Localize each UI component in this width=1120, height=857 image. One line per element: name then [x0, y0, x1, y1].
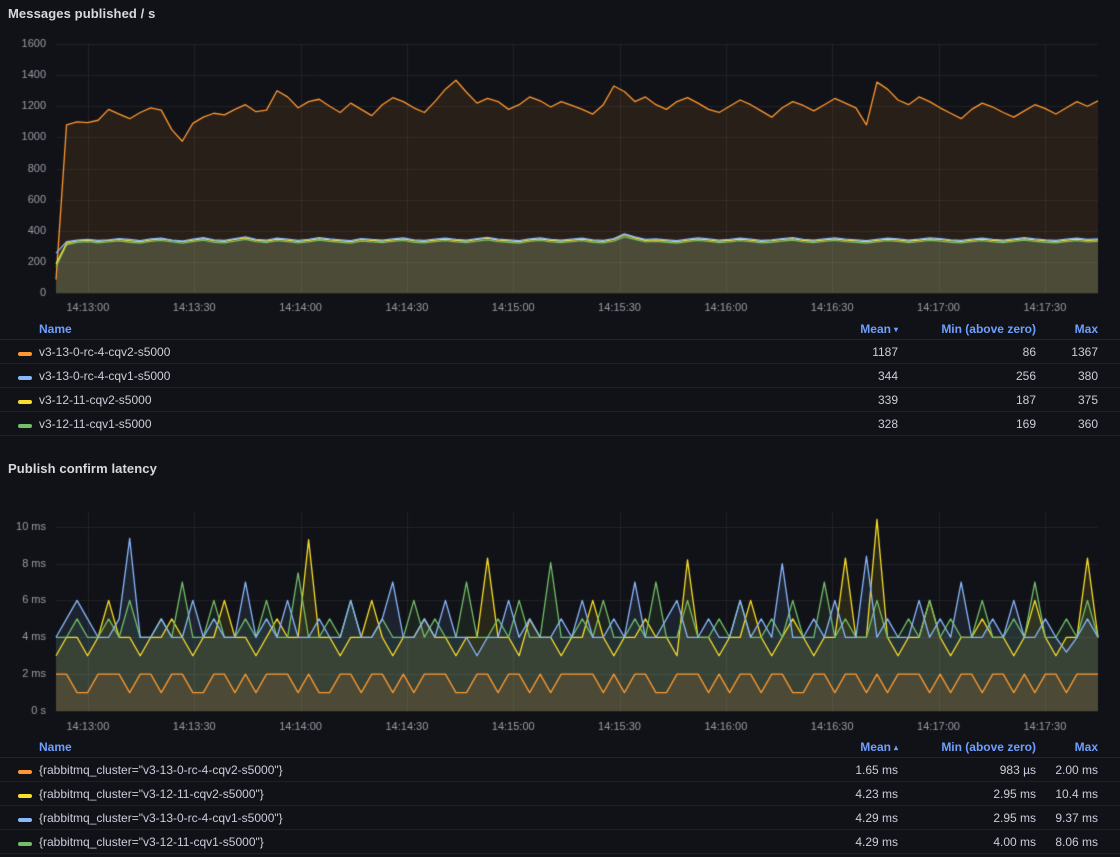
series-min-value: 256 [898, 369, 1036, 383]
legend-col-max[interactable]: Max [1036, 322, 1098, 336]
series-color-swatch[interactable] [18, 352, 32, 356]
series-max-value: 10.4 ms [1036, 787, 1098, 801]
panel-messages-published: Messages published / s Name Mean▾ Min (a… [0, 0, 1120, 448]
series-min-value: 2.95 ms [898, 811, 1036, 825]
series-color-swatch[interactable] [18, 842, 32, 846]
series-max-value: 2.00 ms [1036, 763, 1098, 777]
series-color-swatch[interactable] [18, 376, 32, 380]
series-mean-value: 1.65 ms [778, 763, 898, 777]
series-min-value: 187 [898, 393, 1036, 407]
series-name[interactable]: v3-12-11-cqv1-s5000 [39, 417, 778, 431]
series-color-swatch[interactable] [18, 424, 32, 428]
series-max-value: 1367 [1036, 345, 1098, 359]
series-name[interactable]: {rabbitmq_cluster="v3-13-0-rc-4-cqv2-s50… [39, 763, 778, 777]
legend-messages-published: Name Mean▾ Min (above zero) Max v3-13-0-… [0, 318, 1120, 436]
legend-row[interactable]: {rabbitmq_cluster="v3-13-0-rc-4-cqv2-s50… [0, 758, 1120, 782]
series-min-value: 2.95 ms [898, 787, 1036, 801]
publish-confirm-latency-chart[interactable] [0, 497, 1120, 741]
messages-published-chart[interactable] [0, 30, 1120, 316]
series-mean-value: 328 [778, 417, 898, 431]
legend-row[interactable]: {rabbitmq_cluster="v3-12-11-cqv2-s5000"}… [0, 782, 1120, 806]
series-mean-value: 4.23 ms [778, 787, 898, 801]
series-max-value: 380 [1036, 369, 1098, 383]
series-max-value: 375 [1036, 393, 1098, 407]
series-color-swatch[interactable] [18, 818, 32, 822]
series-min-value: 983 µs [898, 763, 1036, 777]
legend-header: Name Mean▾ Min (above zero) Max [0, 318, 1120, 340]
series-color-swatch[interactable] [18, 794, 32, 798]
series-name[interactable]: {rabbitmq_cluster="v3-12-11-cqv2-s5000"} [39, 787, 778, 801]
series-name[interactable]: v3-12-11-cqv2-s5000 [39, 393, 778, 407]
series-mean-value: 1187 [778, 345, 898, 359]
legend-row[interactable]: v3-13-0-rc-4-cqv2-s5000 1187 86 1367 [0, 340, 1120, 364]
panel-publish-confirm-latency: Publish confirm latency Name Mean▴ Min (… [0, 455, 1120, 857]
series-min-value: 169 [898, 417, 1036, 431]
series-max-value: 8.06 ms [1036, 835, 1098, 849]
legend-row[interactable]: {rabbitmq_cluster="v3-13-0-rc-4-cqv1-s50… [0, 806, 1120, 830]
series-mean-value: 4.29 ms [778, 835, 898, 849]
series-min-value: 4.00 ms [898, 835, 1036, 849]
series-mean-value: 4.29 ms [778, 811, 898, 825]
series-color-swatch[interactable] [18, 400, 32, 404]
legend-header: Name Mean▴ Min (above zero) Max [0, 736, 1120, 758]
legend-publish-confirm-latency: Name Mean▴ Min (above zero) Max {rabbitm… [0, 736, 1120, 854]
legend-col-name[interactable]: Name [39, 740, 778, 754]
legend-row[interactable]: v3-12-11-cqv1-s5000 328 169 360 [0, 412, 1120, 436]
legend-col-mean[interactable]: Mean▴ [778, 740, 898, 754]
legend-col-min[interactable]: Min (above zero) [898, 322, 1036, 336]
series-max-value: 9.37 ms [1036, 811, 1098, 825]
legend-row[interactable]: {rabbitmq_cluster="v3-12-11-cqv1-s5000"}… [0, 830, 1120, 854]
series-max-value: 360 [1036, 417, 1098, 431]
legend-col-mean[interactable]: Mean▾ [778, 322, 898, 336]
series-name[interactable]: v3-13-0-rc-4-cqv1-s5000 [39, 369, 778, 383]
series-mean-value: 339 [778, 393, 898, 407]
legend-row[interactable]: v3-12-11-cqv2-s5000 339 187 375 [0, 388, 1120, 412]
legend-col-max[interactable]: Max [1036, 740, 1098, 754]
series-mean-value: 344 [778, 369, 898, 383]
legend-row[interactable]: v3-13-0-rc-4-cqv1-s5000 344 256 380 [0, 364, 1120, 388]
legend-col-min[interactable]: Min (above zero) [898, 740, 1036, 754]
series-name[interactable]: v3-13-0-rc-4-cqv2-s5000 [39, 345, 778, 359]
series-name[interactable]: {rabbitmq_cluster="v3-12-11-cqv1-s5000"} [39, 835, 778, 849]
panel-title-messages-published[interactable]: Messages published / s [8, 6, 155, 21]
series-color-swatch[interactable] [18, 770, 32, 774]
panel-title-publish-confirm-latency[interactable]: Publish confirm latency [8, 461, 157, 476]
series-min-value: 86 [898, 345, 1036, 359]
series-name[interactable]: {rabbitmq_cluster="v3-13-0-rc-4-cqv1-s50… [39, 811, 778, 825]
legend-col-name[interactable]: Name [39, 322, 778, 336]
